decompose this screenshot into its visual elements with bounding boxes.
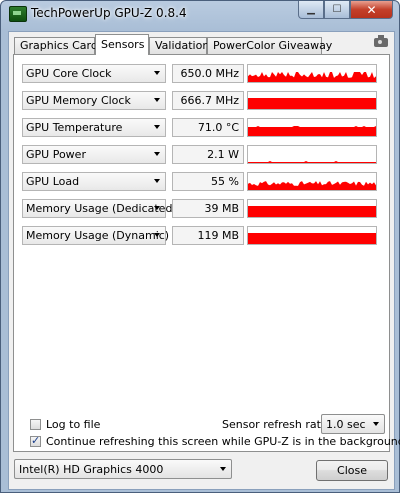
refresh-rate-value: 1.0 sec bbox=[326, 418, 366, 431]
graph-area bbox=[248, 161, 376, 163]
gpu-select-value: Intel(R) HD Graphics 4000 bbox=[19, 463, 164, 476]
sensor-value: 2.1 W bbox=[172, 145, 244, 164]
graph-canvas bbox=[248, 98, 376, 109]
graph-area bbox=[248, 206, 376, 217]
refresh-rate-label: Sensor refresh rate: bbox=[222, 418, 332, 431]
sensor-select[interactable]: Memory Usage (Dedicated) bbox=[22, 199, 177, 218]
log-to-file-label: Log to file bbox=[46, 418, 101, 431]
chevron-down-icon bbox=[154, 125, 160, 129]
graph-area bbox=[248, 98, 376, 109]
sensor-select[interactable]: GPU Power bbox=[22, 145, 166, 164]
sensor-value: 650.0 MHz bbox=[172, 64, 244, 83]
title-bar[interactable]: TechPowerUp GPU-Z 0.8.4 ▁ ☐ ✕ bbox=[1, 1, 399, 27]
sensor-select[interactable]: GPU Core Clock bbox=[22, 64, 166, 83]
sensor-value: 39 MB bbox=[172, 199, 244, 218]
sensor-select[interactable]: GPU Memory Clock bbox=[22, 91, 166, 110]
chevron-down-icon bbox=[373, 422, 379, 426]
chevron-down-icon bbox=[154, 152, 160, 156]
chevron-down-icon bbox=[154, 206, 160, 210]
chevron-down-icon bbox=[154, 233, 160, 237]
sensor-graph bbox=[247, 118, 377, 137]
sensor-value: 666.7 MHz bbox=[172, 91, 244, 110]
sensor-name: GPU Temperature bbox=[26, 121, 123, 134]
tab-label: Sensors bbox=[101, 38, 145, 51]
sensor-value: 71.0 °C bbox=[172, 118, 244, 137]
tab-sensors[interactable]: Sensors bbox=[95, 34, 149, 55]
log-to-file-checkbox[interactable] bbox=[30, 419, 41, 430]
minimize-button[interactable]: ▁ bbox=[298, 1, 324, 19]
sensor-graph bbox=[247, 172, 377, 191]
sensor-select[interactable]: GPU Temperature bbox=[22, 118, 166, 137]
sensor-value: 119 MB bbox=[172, 226, 244, 245]
gpuz-window: TechPowerUp GPU-Z 0.8.4 ▁ ☐ ✕ Graphics C… bbox=[0, 0, 400, 493]
sensor-name: GPU Load bbox=[26, 175, 80, 188]
sensor-graph bbox=[247, 91, 377, 110]
tab-powercolor-giveaway[interactable]: PowerColor Giveaway bbox=[207, 37, 332, 54]
chevron-down-icon bbox=[154, 179, 160, 183]
caption-buttons: ▁ ☐ ✕ bbox=[298, 1, 393, 19]
sensor-value: 55 % bbox=[172, 172, 244, 191]
continue-refresh-label: Continue refreshing this screen while GP… bbox=[46, 435, 400, 448]
graph-canvas bbox=[248, 233, 376, 244]
tab-validation[interactable]: Validation bbox=[149, 37, 210, 54]
graph-area bbox=[248, 233, 376, 244]
tab-label: Graphics Card bbox=[20, 39, 98, 52]
sensor-graph bbox=[247, 145, 377, 164]
sensors-panel: GPU Core Clock 650.0 MHz GPU Memory Clock 6… bbox=[13, 54, 400, 452]
client-area: Graphics Card Sensors Validation PowerCo… bbox=[8, 31, 400, 490]
graph-canvas bbox=[248, 161, 376, 163]
sensor-name: GPU Memory Clock bbox=[26, 94, 131, 107]
tab-label: PowerColor Giveaway bbox=[213, 39, 333, 52]
graph-canvas bbox=[248, 181, 376, 190]
sensor-graph bbox=[247, 199, 377, 218]
sensor-name: GPU Core Clock bbox=[26, 67, 112, 80]
sensor-graph bbox=[247, 64, 377, 83]
chevron-down-icon bbox=[154, 98, 160, 102]
close-icon: ✕ bbox=[366, 2, 377, 17]
sensor-select[interactable]: Memory Usage (Dynamic) bbox=[22, 226, 170, 245]
sensor-select[interactable]: GPU Load bbox=[22, 172, 166, 191]
graph-area bbox=[248, 72, 376, 82]
window-title: TechPowerUp GPU-Z 0.8.4 bbox=[31, 6, 187, 20]
maximize-icon: ☐ bbox=[332, 4, 342, 15]
gpuz-app-icon bbox=[9, 6, 27, 22]
graph-canvas bbox=[248, 126, 376, 136]
graph-area bbox=[248, 126, 376, 136]
maximize-button[interactable]: ☐ bbox=[324, 1, 350, 19]
chevron-down-icon bbox=[220, 467, 226, 471]
graph-canvas bbox=[248, 206, 376, 217]
minimize-icon: ▁ bbox=[307, 4, 315, 15]
graph-canvas bbox=[248, 72, 376, 82]
graph-area bbox=[248, 181, 376, 190]
gpu-select[interactable]: Intel(R) HD Graphics 4000 bbox=[14, 459, 232, 479]
close-button[interactable]: Close bbox=[316, 460, 388, 481]
sensor-name: GPU Power bbox=[26, 148, 86, 161]
refresh-rate-select[interactable]: 1.0 sec bbox=[321, 414, 385, 434]
tab-graphics-card[interactable]: Graphics Card bbox=[14, 37, 98, 54]
close-button-label: Close bbox=[337, 464, 367, 477]
sensor-graph bbox=[247, 226, 377, 245]
chevron-down-icon bbox=[154, 71, 160, 75]
camera-icon[interactable] bbox=[374, 35, 388, 47]
close-window-button[interactable]: ✕ bbox=[350, 1, 393, 19]
sensor-name: Memory Usage (Dynamic) bbox=[26, 229, 170, 242]
tab-label: Validation bbox=[155, 39, 210, 52]
continue-refresh-checkbox[interactable] bbox=[30, 434, 41, 447]
